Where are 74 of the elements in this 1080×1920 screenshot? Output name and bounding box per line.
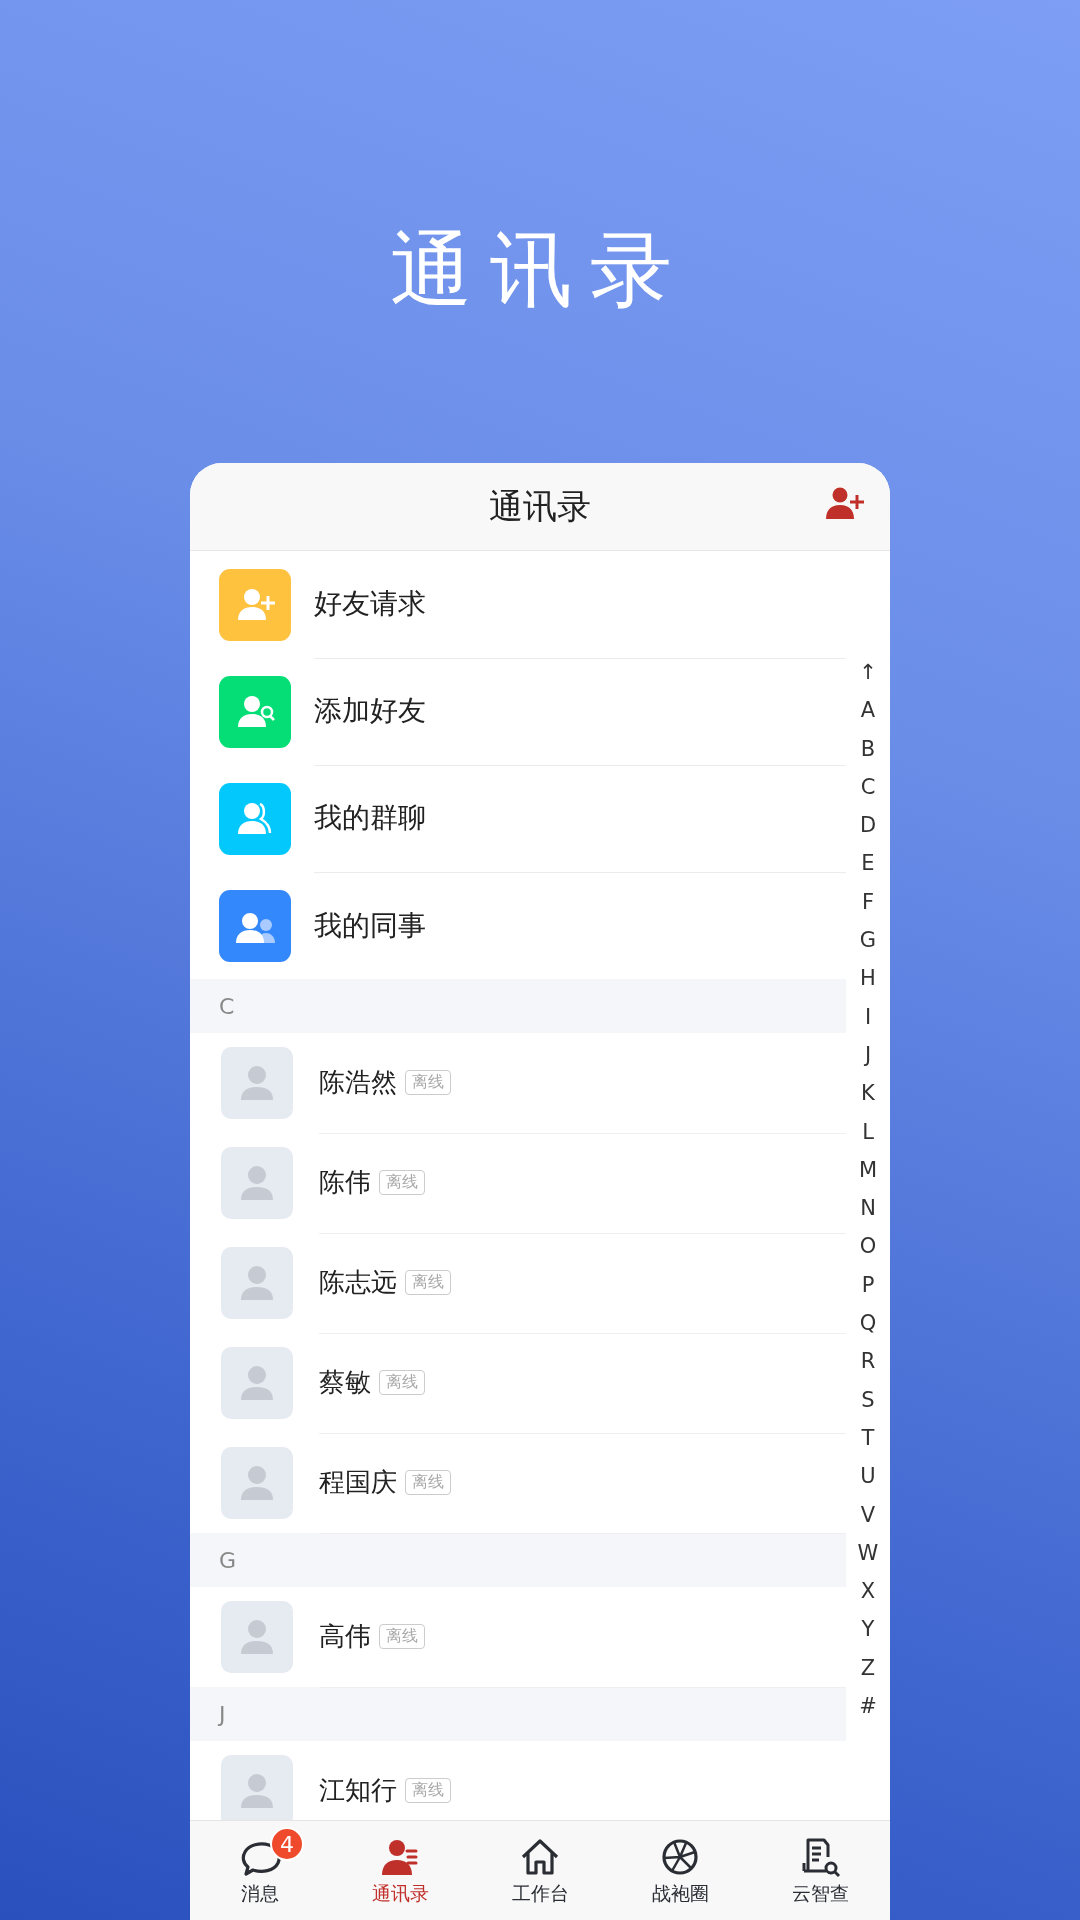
- tab[interactable]: 战袍圈: [651, 1821, 709, 1920]
- menu-label: 我的同事: [314, 907, 426, 944]
- index-letter[interactable]: C: [860, 767, 876, 807]
- index-letter[interactable]: Z: [860, 1648, 876, 1687]
- section-letter: G: [219, 1547, 237, 1573]
- section-letter: C: [219, 993, 235, 1019]
- index-letter[interactable]: G: [859, 921, 877, 960]
- menu-label: 好友请求: [314, 586, 426, 622]
- banner-title: 通讯录: [390, 221, 690, 319]
- person-icon: [240, 1065, 274, 1101]
- index-letter[interactable]: O: [859, 1227, 877, 1266]
- tab[interactable]: 通讯录: [371, 1821, 429, 1920]
- person-icon: [240, 1265, 274, 1301]
- contact-name: 江知行: [319, 1774, 397, 1807]
- status-tag: 离线: [379, 1624, 425, 1649]
- add-contact-icon[interactable]: [826, 487, 864, 519]
- contact-name: 陈志远: [319, 1266, 397, 1299]
- index-letter[interactable]: B: [860, 729, 876, 768]
- index-letter[interactable]: S: [861, 1380, 875, 1419]
- index-letter[interactable]: I: [864, 997, 872, 1036]
- status-tag: 离线: [405, 1270, 451, 1295]
- index-letter[interactable]: L: [862, 1112, 874, 1151]
- status-tag: 离线: [379, 1170, 425, 1195]
- contact-row[interactable]: 蔡敏 离线: [190, 1333, 846, 1433]
- index-letter[interactable]: Y: [861, 1610, 875, 1649]
- index-letter[interactable]: W: [857, 1533, 879, 1573]
- index-letter[interactable]: J: [864, 1035, 872, 1075]
- menu-item[interactable]: 添加好友: [190, 658, 846, 765]
- person-icon: [240, 1619, 274, 1655]
- menu-label: 我的群聊: [314, 800, 426, 836]
- index-letter[interactable]: Q: [859, 1304, 877, 1343]
- index-letter[interactable]: F: [861, 882, 875, 922]
- index-letter[interactable]: X: [860, 1572, 876, 1611]
- status-tag: 离线: [405, 1070, 451, 1095]
- person-icon: [240, 1165, 274, 1201]
- index-letter[interactable]: A: [860, 691, 876, 730]
- contact-name: 陈伟: [319, 1166, 371, 1199]
- index-letter[interactable]: H: [860, 959, 876, 998]
- menu-label: 添加好友: [314, 693, 426, 729]
- contact-row[interactable]: 陈伟 离线: [190, 1133, 846, 1233]
- index-letter[interactable]: D: [859, 806, 877, 845]
- menu-item[interactable]: 好友请求: [190, 551, 846, 658]
- index-letter[interactable]: K: [861, 1074, 875, 1113]
- index-letter[interactable]: #: [859, 1687, 877, 1726]
- section-letter: J: [219, 1701, 226, 1727]
- index-letter[interactable]: P: [861, 1265, 875, 1305]
- unread-badge: 4: [270, 1827, 304, 1861]
- index-letter[interactable]: M: [858, 1150, 878, 1190]
- contact-row[interactable]: 陈浩然 离线: [190, 1033, 846, 1133]
- index-letter[interactable]: E: [861, 844, 875, 883]
- contact-row[interactable]: 高伟 离线: [190, 1587, 846, 1687]
- menu-item[interactable]: 我的群聊: [190, 765, 846, 872]
- contact-name: 高伟: [319, 1620, 371, 1653]
- index-letter[interactable]: U: [860, 1457, 876, 1496]
- index-letter[interactable]: ↑: [859, 653, 877, 692]
- contact-name: 蔡敏: [319, 1366, 371, 1399]
- status-tag: 离线: [379, 1370, 425, 1395]
- index-letter[interactable]: V: [860, 1495, 876, 1534]
- tab[interactable]: 工作台: [511, 1821, 569, 1920]
- index-letter[interactable]: T: [861, 1418, 875, 1458]
- person-icon: [240, 1465, 274, 1501]
- contact-row[interactable]: 陈志远 离线: [190, 1233, 846, 1333]
- index-letter[interactable]: N: [860, 1189, 876, 1228]
- contact-name: 陈浩然: [319, 1066, 397, 1099]
- index-letter[interactable]: R: [860, 1342, 876, 1381]
- tab[interactable]: 云智查: [791, 1821, 849, 1920]
- contact-name: 程国庆: [319, 1466, 397, 1499]
- contact-row[interactable]: 程国庆 离线: [190, 1433, 846, 1533]
- status-tag: 离线: [405, 1778, 451, 1803]
- person-icon: [240, 1365, 274, 1401]
- menu-item[interactable]: 我的同事: [190, 872, 846, 979]
- status-tag: 离线: [405, 1470, 451, 1495]
- person-icon: [240, 1773, 274, 1809]
- page-title: 通讯录: [489, 484, 591, 528]
